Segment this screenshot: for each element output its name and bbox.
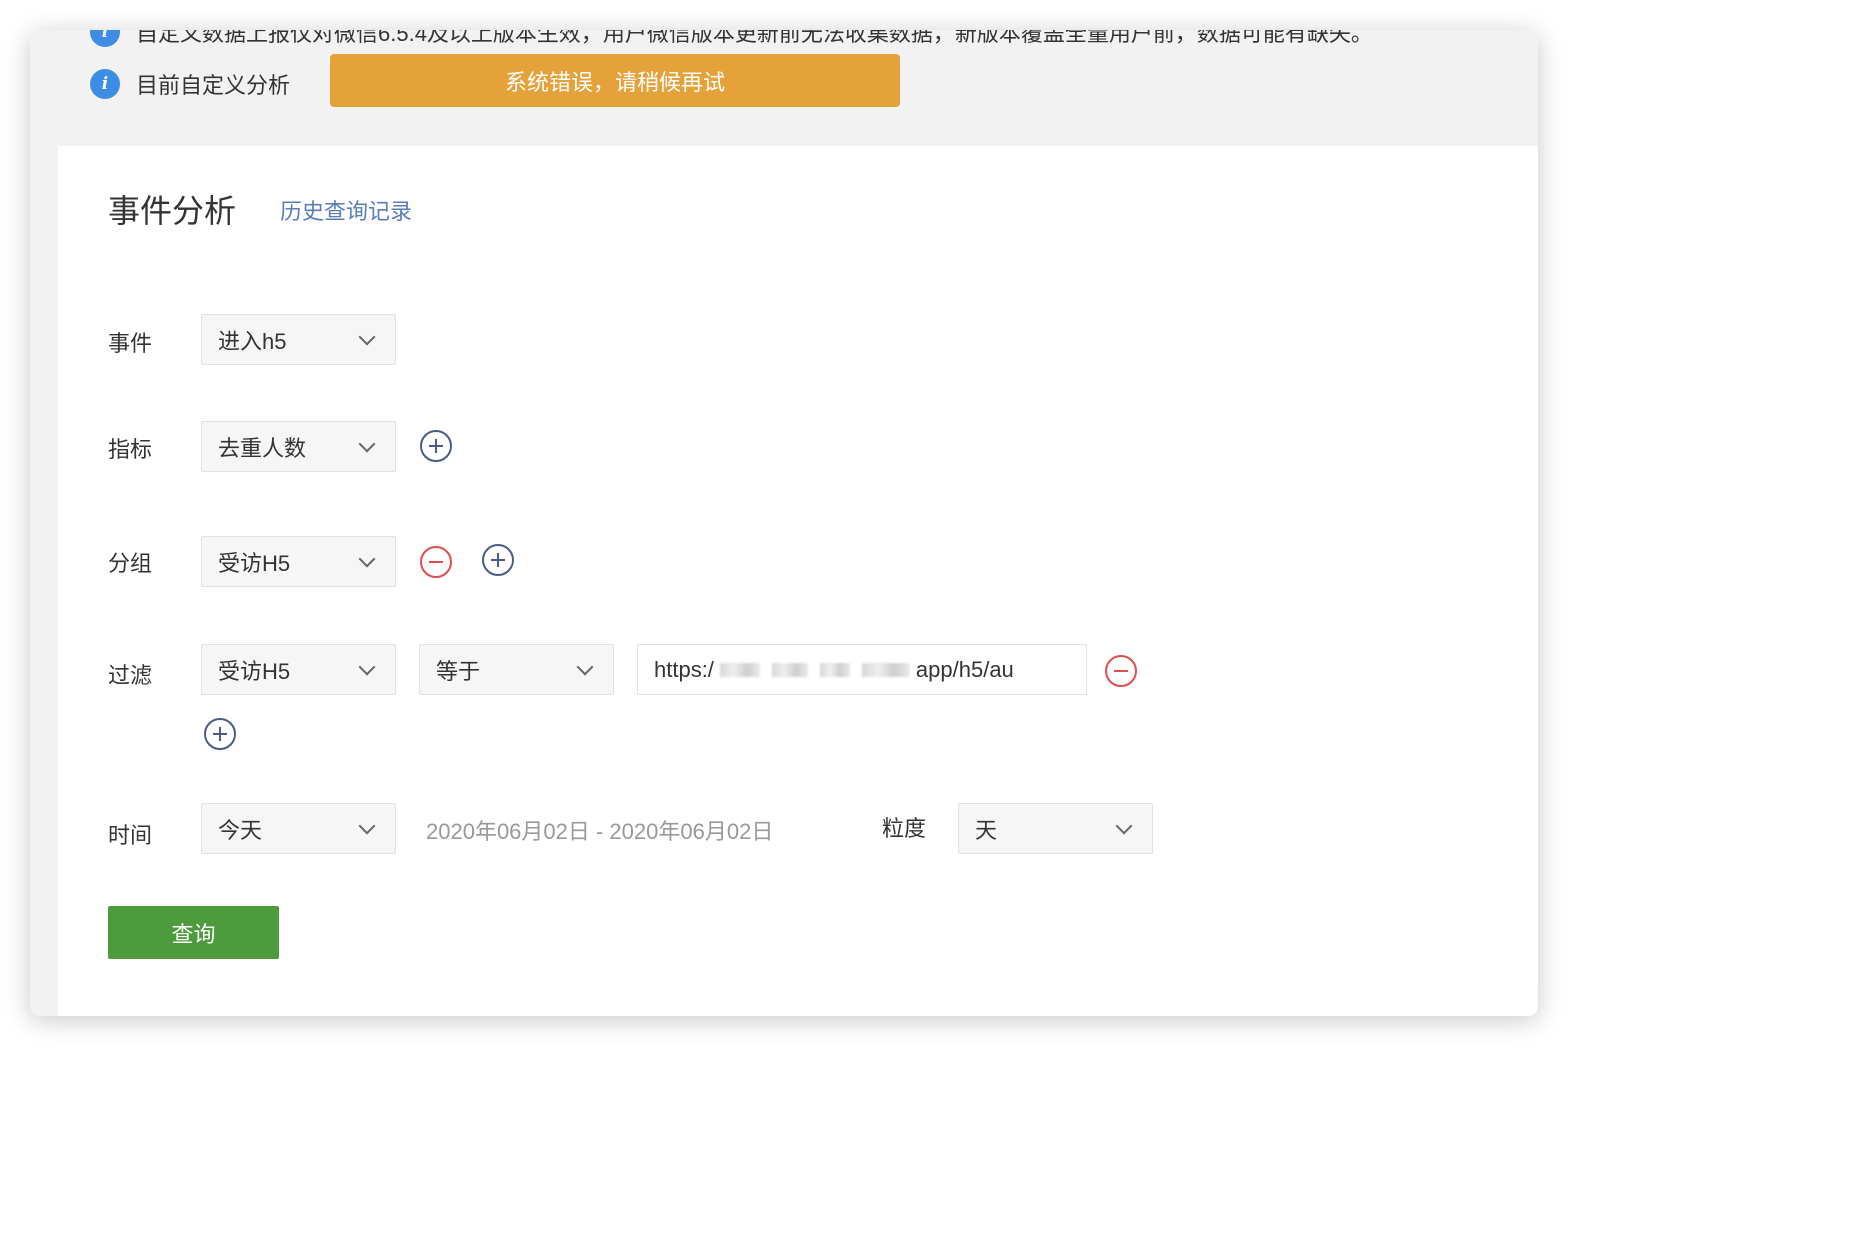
redacted-text bbox=[771, 662, 808, 677]
minus-icon bbox=[1114, 670, 1128, 672]
remove-filter-button[interactable] bbox=[1105, 655, 1137, 687]
chevron-down-icon bbox=[358, 817, 376, 834]
filter-operator-value: 等于 bbox=[436, 658, 481, 684]
add-metric-button[interactable] bbox=[420, 430, 452, 462]
granularity-select[interactable]: 天 bbox=[958, 803, 1153, 854]
filter-field-value: 受访H5 bbox=[218, 658, 291, 684]
notice-text: 自定义数据上报仅对微信6.5.4及以上版本生效，用户微信版本更新前无法收集数据，… bbox=[136, 30, 1373, 46]
granularity-label: 粒度 bbox=[882, 816, 927, 841]
chevron-down-icon bbox=[358, 550, 376, 567]
chevron-down-icon bbox=[358, 328, 376, 345]
time-preset-select[interactable]: 今天 bbox=[201, 803, 396, 854]
minus-icon bbox=[429, 561, 443, 563]
chevron-down-icon bbox=[358, 435, 376, 452]
notice-text: 目前自定义分析 bbox=[136, 73, 291, 98]
filter-field-select[interactable]: 受访H5 bbox=[201, 644, 396, 695]
filter-operator-select[interactable]: 等于 bbox=[419, 644, 614, 695]
history-query-link[interactable]: 历史查询记录 bbox=[280, 194, 412, 226]
page-title: 事件分析 bbox=[108, 193, 237, 229]
query-button[interactable]: 查询 bbox=[108, 906, 279, 959]
filter-value-suffix: app/h5/au bbox=[915, 656, 1014, 682]
metric-select-value: 去重人数 bbox=[218, 435, 307, 461]
filter-value-prefix: https:/ bbox=[654, 656, 714, 682]
redacted-text bbox=[819, 662, 850, 677]
event-select[interactable]: 进入h5 bbox=[201, 314, 396, 365]
group-label: 分组 bbox=[108, 551, 153, 576]
notice-line: i 目前自定义分析 bbox=[58, 64, 290, 104]
info-icon: i bbox=[90, 69, 120, 99]
group-select[interactable]: 受访H5 bbox=[201, 536, 396, 587]
add-filter-button[interactable] bbox=[204, 718, 236, 750]
chevron-down-icon bbox=[1115, 817, 1133, 834]
notice-line: i 自定义数据上报仅对微信6.5.4及以上版本生效，用户微信版本更新前无法收集数… bbox=[58, 30, 1373, 52]
app-window: i 自定义数据上报仅对微信6.5.4及以上版本生效，用户微信版本更新前无法收集数… bbox=[30, 30, 1538, 1016]
date-range-text[interactable]: 2020年06月02日 - 2020年06月02日 bbox=[426, 814, 773, 846]
add-group-button[interactable] bbox=[482, 544, 514, 576]
filter-value-input[interactable]: https:/ app/h5/au bbox=[637, 644, 1087, 695]
granularity-value: 天 bbox=[975, 817, 998, 843]
time-label: 时间 bbox=[108, 823, 153, 848]
event-select-value: 进入h5 bbox=[218, 328, 287, 354]
event-analysis-card: 事件分析 历史查询记录 事件 进入h5 指标 去重人数 分组 受访H5 过滤 受… bbox=[58, 146, 1538, 1016]
filter-label: 过滤 bbox=[108, 663, 153, 688]
info-icon: i bbox=[90, 30, 120, 47]
remove-group-button[interactable] bbox=[420, 546, 452, 578]
notice-bar: i 自定义数据上报仅对微信6.5.4及以上版本生效，用户微信版本更新前无法收集数… bbox=[58, 30, 1538, 112]
group-select-value: 受访H5 bbox=[218, 550, 291, 576]
error-toast: 系统错误，请稍候再试 bbox=[330, 54, 900, 107]
event-label: 事件 bbox=[108, 331, 153, 356]
chevron-down-icon bbox=[576, 658, 594, 675]
metric-select[interactable]: 去重人数 bbox=[201, 421, 396, 472]
time-preset-value: 今天 bbox=[218, 817, 263, 843]
chevron-down-icon bbox=[358, 658, 376, 675]
redacted-text bbox=[861, 662, 910, 677]
metric-label: 指标 bbox=[108, 437, 153, 462]
redacted-text bbox=[719, 662, 760, 677]
